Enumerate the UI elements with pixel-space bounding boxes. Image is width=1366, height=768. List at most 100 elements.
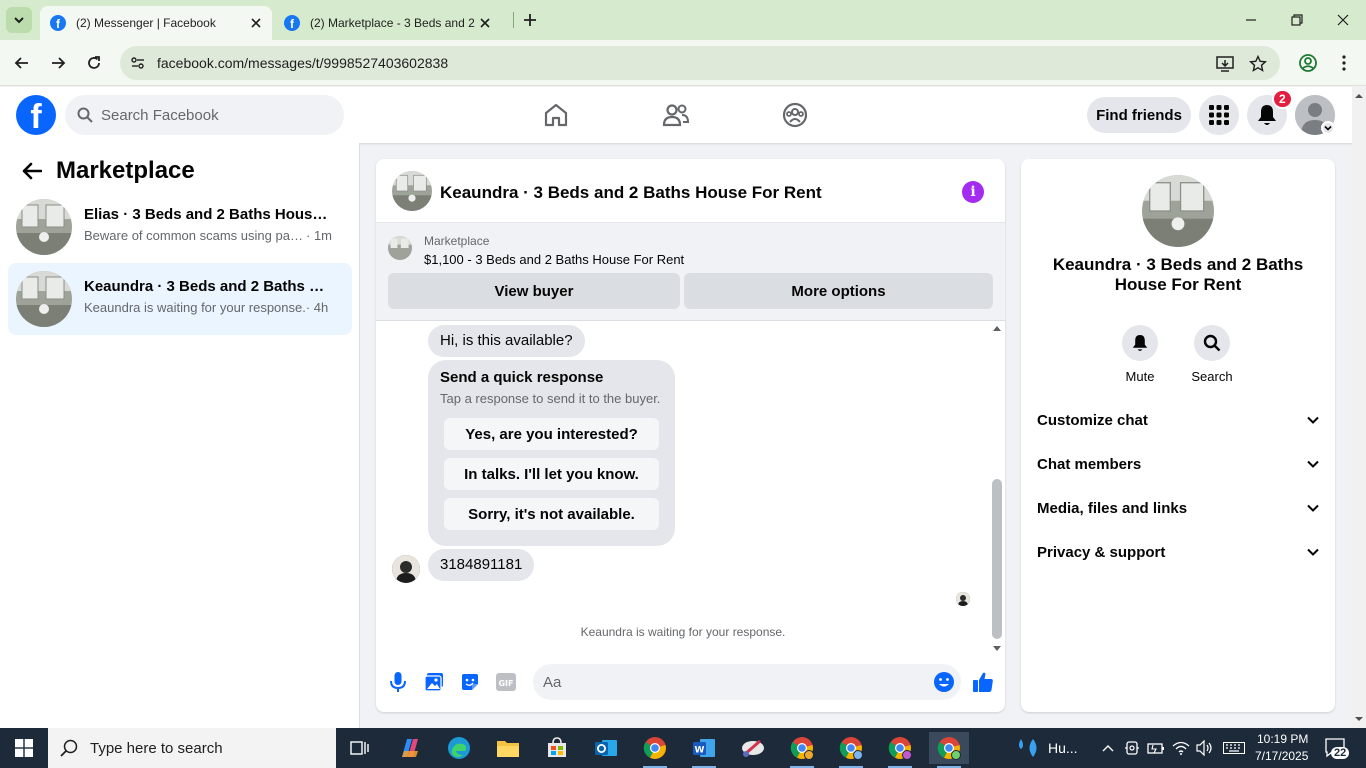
quick-response-option[interactable]: Yes, are you interested? [444, 418, 659, 450]
start-button[interactable] [0, 728, 48, 768]
task-view-icon[interactable] [340, 732, 380, 764]
facebook-search[interactable] [65, 95, 344, 135]
scroll-down-icon[interactable] [989, 642, 1005, 654]
install-app-icon[interactable] [1214, 53, 1236, 75]
scroll-down-icon[interactable] [1352, 712, 1366, 726]
quick-response-card: Send a quick response Tap a response to … [428, 360, 675, 546]
kebab-menu-icon [1342, 55, 1346, 71]
message-input-wrapper[interactable] [533, 664, 961, 700]
svg-text:GIF: GIF [498, 679, 513, 688]
chevron-down-icon [1307, 548, 1319, 556]
snipping-tool-icon[interactable] [733, 732, 773, 764]
account-chevron-icon[interactable] [1321, 121, 1335, 135]
outlook-icon[interactable] [586, 732, 626, 764]
chat-listing-thumbnail[interactable] [392, 171, 432, 211]
message-bubble-phone: 3184891181 [428, 549, 535, 581]
listing-price-title[interactable]: $1,100 - 3 Beds and 2 Baths House For Re… [424, 252, 684, 267]
keyboard-icon[interactable] [1222, 738, 1246, 758]
home-nav-button[interactable] [540, 99, 572, 131]
search-icon [77, 107, 93, 123]
chrome-profile-3-icon[interactable] [880, 732, 920, 768]
new-tab-button[interactable] [518, 8, 542, 32]
close-window-button[interactable] [1320, 6, 1366, 34]
chat-title[interactable]: Keaundra · 3 Beds and 2 Baths House For … [440, 183, 822, 203]
show-hidden-icons-chevron-icon[interactable] [1098, 738, 1118, 758]
facebook-logo-icon[interactable]: f [16, 95, 56, 135]
bookmark-star-icon[interactable] [1247, 53, 1269, 75]
clock-date[interactable]: 7/17/2025 [1255, 749, 1308, 763]
media-files-links-section[interactable]: Media, files and links [1029, 488, 1327, 528]
microsoft-store-icon[interactable] [537, 732, 577, 764]
customize-chat-section[interactable]: Customize chat [1029, 400, 1327, 440]
facebook-search-input[interactable] [101, 106, 321, 124]
scroll-up-icon[interactable] [1352, 89, 1366, 103]
file-explorer-icon[interactable] [488, 732, 528, 764]
minimize-button[interactable] [1228, 6, 1274, 34]
info-icon[interactable]: i [962, 181, 984, 203]
conversation-snippet-row: Keaundra is waiting for your response. ·… [84, 300, 328, 315]
conversation-item-elias[interactable]: Elias · 3 Beds and 2 Baths House For Ren… [8, 191, 352, 263]
gif-button[interactable]: GIF [494, 670, 518, 694]
address-bar[interactable]: facebook.com/messages/t/9998527403602838 [120, 46, 1280, 80]
volume-icon[interactable] [1195, 738, 1215, 758]
clock-time[interactable]: 10:19 PM [1257, 732, 1308, 746]
chat-scrollbar[interactable] [989, 322, 1005, 651]
chat-members-section[interactable]: Chat members [1029, 444, 1327, 484]
wifi-icon[interactable] [1171, 738, 1191, 758]
weather-icon[interactable] [1014, 738, 1044, 758]
more-options-button[interactable]: More options [684, 273, 993, 309]
site-settings-icon[interactable] [128, 53, 148, 73]
chrome-profile-1-icon[interactable] [782, 732, 822, 768]
quick-response-option[interactable]: Sorry, it's not available. [444, 498, 659, 530]
chevron-down-icon [1307, 416, 1319, 424]
chrome-icon[interactable] [635, 732, 675, 768]
profile-icon [1299, 54, 1317, 72]
meet-now-icon[interactable] [1122, 738, 1142, 758]
back-arrow-button[interactable] [20, 159, 44, 183]
restore-button[interactable] [1274, 6, 1320, 34]
forward-button[interactable] [44, 49, 72, 77]
battery-icon[interactable] [1146, 738, 1166, 758]
menu-button[interactable] [1199, 95, 1239, 135]
page-scrollbar[interactable] [1352, 87, 1366, 728]
quick-response-option[interactable]: In talks. I'll let you know. [444, 458, 659, 490]
chrome-profile-2-icon[interactable] [831, 732, 871, 768]
sticker-button[interactable] [458, 670, 482, 694]
back-button[interactable] [8, 49, 36, 77]
conversation-item-keaundra[interactable]: Keaundra · 3 Beds and 2 Baths House For … [8, 263, 352, 335]
chrome-profile-4-icon[interactable] [929, 732, 969, 768]
tab-search-button[interactable] [6, 7, 32, 33]
close-tab-icon[interactable] [475, 13, 495, 33]
send-like-button[interactable] [971, 670, 995, 694]
info-listing-photo[interactable] [1142, 175, 1214, 247]
edge-browser-icon[interactable] [439, 732, 479, 764]
find-friends-button[interactable]: Find friends [1087, 97, 1191, 133]
tab-marketplace[interactable]: f (2) Marketplace - 3 Beds and 2 Baths [274, 6, 508, 40]
sender-avatar[interactable] [392, 555, 420, 583]
close-tab-icon[interactable] [246, 13, 266, 33]
search-action[interactable]: Search [1182, 325, 1242, 384]
word-icon[interactable]: W [684, 732, 724, 768]
weather-text[interactable]: Hu... [1048, 740, 1078, 756]
message-input[interactable] [543, 673, 913, 691]
profile-button[interactable] [1294, 49, 1322, 77]
tab-messenger[interactable]: f (2) Messenger | Facebook [40, 6, 272, 40]
view-buyer-button[interactable]: View buyer [388, 273, 680, 309]
groups-nav-button[interactable] [779, 99, 811, 131]
mute-action[interactable]: Mute [1110, 325, 1170, 384]
copilot-icon[interactable] [390, 732, 430, 764]
section-label: Privacy & support [1037, 543, 1166, 561]
chat-scroll-thumb[interactable] [992, 479, 1002, 639]
voice-clip-button[interactable] [386, 670, 410, 694]
info-conversation-name: Keaundra · 3 Beds and 2 Baths House For … [1052, 255, 1304, 294]
bell-icon[interactable] [1122, 325, 1158, 361]
privacy-support-section[interactable]: Privacy & support [1029, 532, 1327, 572]
taskbar-search[interactable]: Type here to search [48, 728, 336, 768]
search-icon[interactable] [1194, 325, 1230, 361]
emoji-icon[interactable] [933, 671, 955, 693]
reload-button[interactable] [80, 49, 108, 77]
attach-photo-button[interactable] [422, 670, 446, 694]
friends-nav-button[interactable] [660, 99, 692, 131]
scroll-up-icon[interactable] [989, 322, 1005, 334]
browser-menu-button[interactable] [1330, 49, 1358, 77]
